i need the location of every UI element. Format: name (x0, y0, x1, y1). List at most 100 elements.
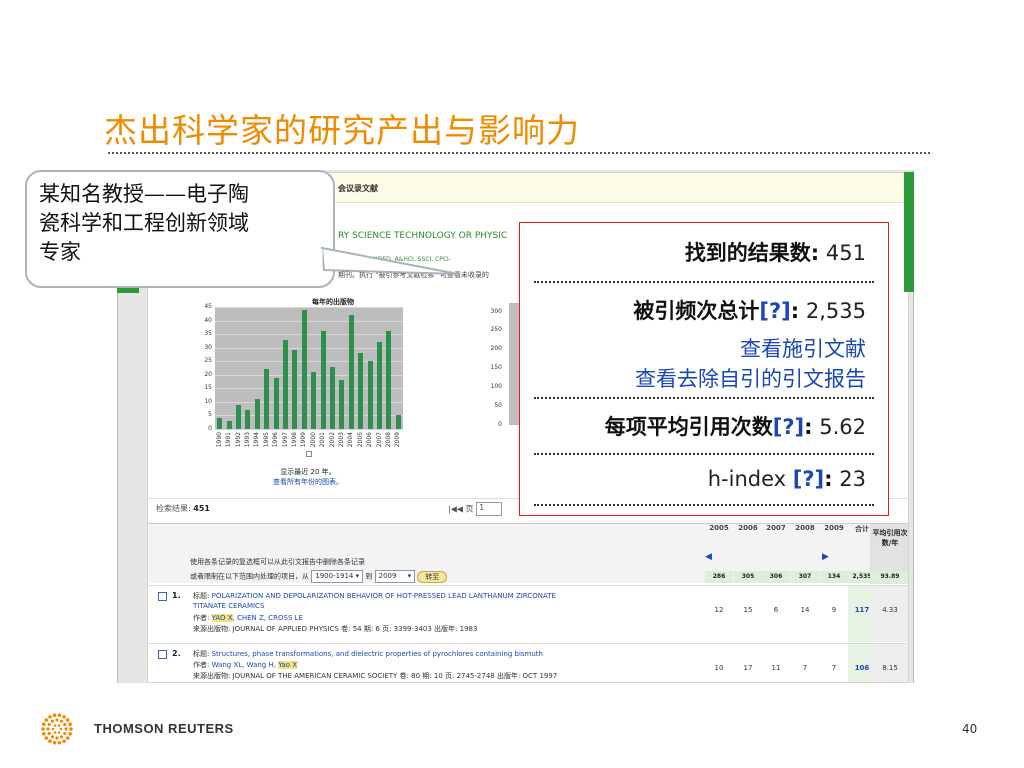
record-checkbox[interactable] (158, 592, 167, 601)
record-title-link[interactable]: POLARIZATION AND DEPOLARIZATION BEHAVIOR… (212, 592, 556, 600)
show-all-years-link[interactable]: 查看所有年份的图表。 (238, 477, 378, 487)
bar-2006 (367, 361, 373, 429)
record-checkbox[interactable] (158, 650, 167, 659)
bar-1990 (217, 418, 223, 429)
table-row: 2. 标题: Structures, phase transformations,… (148, 643, 908, 682)
year-column-header: 2006 (738, 524, 758, 532)
x-tick-label: 2009 (394, 432, 402, 448)
record-authors: 作者: YAO X, CHEN Z, CROSS LE (193, 614, 303, 622)
y-tick-label: 30 (204, 343, 212, 351)
record-year-cell: 12 (714, 606, 724, 614)
x-tick-label: 1991 (225, 432, 233, 448)
y-tick-label: 35 (204, 330, 212, 338)
x-tick-label: 2007 (375, 432, 383, 448)
callout-bubble: 某知名教授——电子陶 瓷科学和工程创新领域 专家 (25, 170, 335, 288)
prev-years-arrow-icon[interactable]: ◀ (705, 552, 712, 562)
brand-name: THOMSON REUTERS (94, 721, 234, 736)
second-chart-y-tick: 300 (490, 307, 502, 315)
page-input[interactable]: 1 (476, 502, 503, 516)
year-total-cell: 307 (791, 571, 819, 583)
callout-line-1: 某知名教授——电子陶 (39, 182, 249, 206)
average-citations-value: 5.62 (819, 415, 866, 439)
first-page-icon[interactable]: |◀◀ (448, 505, 463, 514)
x-tick-label: 2000 (309, 432, 317, 448)
range-to-select[interactable]: 2009 ▾ (374, 570, 416, 583)
view-without-self-citations-link[interactable]: 查看去除自引的引文报告 (635, 363, 866, 393)
second-chart-y-tick: 50 (494, 402, 502, 410)
range-instruction: 或者限制在以下范围内处理的项目，从 1900-1914 ▾ 到 2009 ▾ 转… (190, 570, 448, 583)
h-index-value: 23 (839, 467, 866, 491)
bar-1993 (245, 410, 251, 429)
results-count: 451 (193, 504, 210, 513)
gridline (215, 361, 403, 363)
record-year-cell: 15 (743, 606, 753, 614)
summary-divider (534, 281, 874, 283)
y-tick-label: 15 (204, 384, 212, 392)
gridline (215, 374, 403, 376)
x-tick-label: 1999 (300, 432, 308, 448)
x-tick-label: 1997 (281, 432, 289, 448)
second-chart-y-tick: 250 (490, 326, 502, 334)
record-source: 来源出版物: JOURNAL OF THE AMERICAN CERAMIC S… (193, 672, 558, 680)
next-years-arrow-icon[interactable]: ▶ (822, 552, 829, 562)
x-tick-label: 2001 (319, 432, 327, 448)
x-tick-label: 1996 (272, 432, 280, 448)
record-number: 2. (172, 649, 181, 658)
show-recent-text: 显示最近 20 年。 (280, 468, 336, 476)
record-year-cell: 6 (773, 606, 779, 614)
h-index-help-link[interactable]: [?] (793, 467, 824, 491)
average-citations-help-link[interactable]: [?] (773, 415, 804, 439)
summary-divider (534, 453, 874, 455)
record-year-cell: 17 (743, 664, 753, 672)
record-number: 1. (172, 591, 181, 600)
gridline (215, 334, 403, 336)
record-year-cell: 10 (714, 664, 724, 672)
x-tick-label: 1994 (253, 432, 261, 448)
bar-1994 (254, 399, 260, 429)
x-tick-label: 1993 (243, 432, 251, 448)
record-average-cell: 8.15 (870, 644, 908, 682)
record-title-link[interactable]: Structures, phase transformations, and d… (212, 650, 543, 658)
range-from-select[interactable]: 1900-1914 ▾ (311, 570, 364, 583)
callout-tail (320, 246, 459, 275)
bar-1995 (264, 369, 270, 429)
publications-bar-chart (215, 307, 403, 430)
y-tick-label: 10 (204, 397, 212, 405)
year-column-header: 2007 (766, 524, 786, 532)
record-year-cell: 7 (831, 664, 837, 672)
bar-2000 (311, 372, 317, 429)
view-citing-articles-link[interactable]: 查看施引文献 (740, 333, 866, 363)
second-chart-y-tick: 200 (490, 345, 502, 353)
x-tick-label: 1998 (290, 432, 298, 448)
bar-2002 (330, 366, 335, 429)
callout-line-2: 瓷科学和工程创新领域 (39, 211, 249, 235)
year-total-cell: 93.89 (870, 571, 908, 583)
second-chart-y-tick: 0 (498, 421, 502, 428)
title-divider (108, 152, 930, 154)
year-total-cell: 286 (705, 571, 733, 583)
bar-2001 (320, 331, 326, 429)
gridline (215, 429, 403, 430)
slide-title: 杰出科学家的研究产出与影响力 (104, 111, 580, 150)
year-total-cell: 305 (734, 571, 762, 583)
table-header: 使用各条记录的复选框可以从此引文报告中删除各条记录 或者限制在以下范围内处理的项… (148, 523, 908, 584)
y-tick-label: 45 (204, 303, 212, 310)
year-column-header: 2009 (824, 524, 844, 532)
results-found-row: 找到的结果数: 451 (684, 241, 866, 265)
bar-2004 (348, 315, 354, 429)
report-header-text: 会议录文献 (338, 184, 378, 193)
go-button[interactable]: 转至 (417, 570, 448, 583)
record-year-cell: 7 (802, 664, 808, 672)
total-citations-help-link[interactable]: [?] (759, 299, 790, 323)
x-tick-label: 2005 (356, 432, 364, 448)
gridline (215, 347, 403, 349)
results-found-value: 451 (825, 241, 866, 265)
total-citations-value: 2,535 (805, 299, 866, 323)
x-tick-label: 1992 (234, 432, 242, 448)
record-average-cell: 4.33 (870, 586, 908, 642)
summary-divider (534, 504, 874, 506)
record-title-link[interactable]: TITANATE CERAMICS (193, 602, 264, 610)
summary-divider (534, 397, 874, 399)
year-column-header: 2005 (709, 524, 729, 532)
bar-1996 (273, 377, 279, 429)
